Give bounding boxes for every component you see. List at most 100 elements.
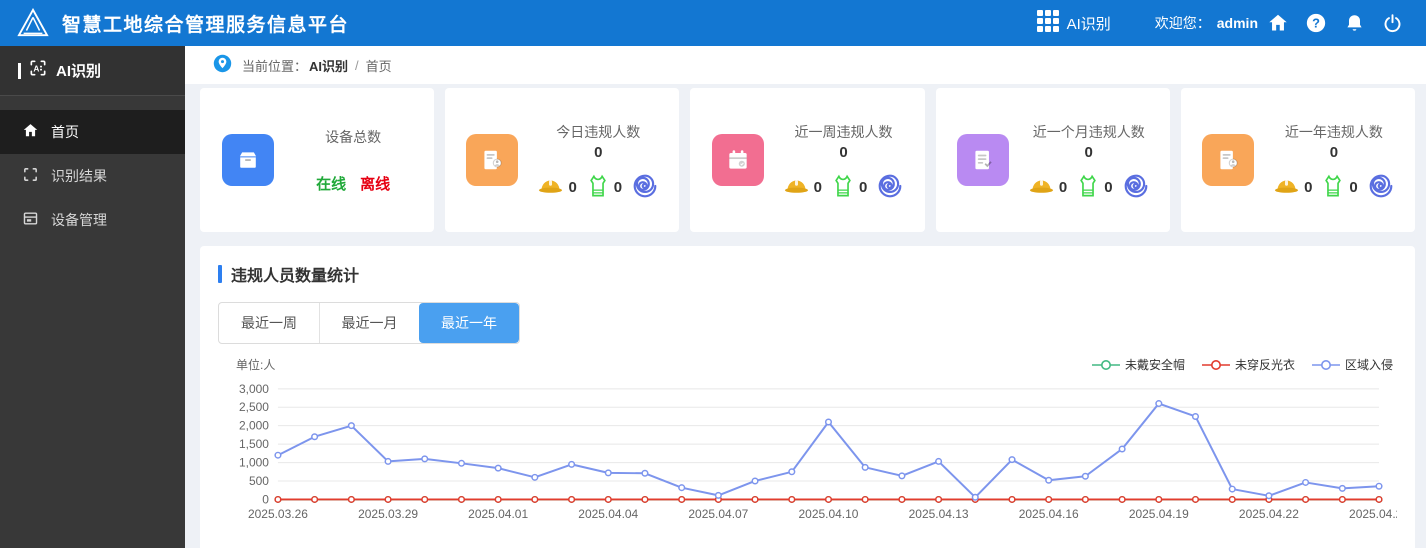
breadcrumb-label: 当前位置： <box>242 58 308 74</box>
sidebar-item-label: 设备管理 <box>51 212 107 228</box>
sidebar-item-label: 识别结果 <box>51 168 107 184</box>
legend-item-helmet[interactable]: 未戴安全帽 <box>1091 356 1185 373</box>
stat-card-today-violations: 今日违规人数 0 0 0 <box>445 88 680 232</box>
violation-breakdown: 0 0 <box>538 173 658 199</box>
violation-breakdown: 0 0 <box>784 173 904 199</box>
legend-label: 未戴安全帽 <box>1124 358 1185 372</box>
svg-text:A: A <box>33 63 39 73</box>
location-pin-icon <box>213 54 232 76</box>
intrusion-spiral-icon <box>877 173 903 199</box>
legend-item-vest[interactable]: 未穿反光衣 <box>1201 356 1295 373</box>
helmet-icon <box>538 177 563 194</box>
app-switcher[interactable]: AI识别 <box>1036 9 1111 37</box>
home-icon[interactable] <box>1260 12 1296 34</box>
offline-label: 离线 <box>360 175 391 193</box>
svg-text:2025.03.29: 2025.03.29 <box>358 507 418 521</box>
apps-grid-icon <box>1036 9 1059 37</box>
legend-marker <box>1091 359 1121 371</box>
card-title: 近一年违规人数 <box>1284 123 1383 140</box>
legend-label: 未穿反光衣 <box>1234 358 1295 372</box>
calendar-icon <box>711 134 764 186</box>
tab-last-year[interactable]: 最近一年 <box>419 303 519 343</box>
chart-legend: 未戴安全帽 未穿反光衣 区域入侵 <box>1075 356 1393 373</box>
unit-label: 单位:人 <box>236 358 276 372</box>
vest-icon <box>1322 174 1344 198</box>
violation-breakdown: 0 0 <box>1029 173 1149 199</box>
app-switcher-label: AI识别 <box>1066 15 1111 33</box>
stat-card-year-violations: 近一年违规人数 0 0 0 <box>1180 88 1416 232</box>
sidebar-item-results[interactable]: 识别结果 <box>0 154 185 198</box>
violations-stats-panel: 违规人员数量统计 最近一周 最近一月 最近一年 单位:人 未戴安全帽 未穿反光衣 <box>200 246 1415 548</box>
card-value: 0 <box>1329 143 1339 161</box>
vest-count: 0 <box>1104 179 1113 196</box>
vest-icon <box>1077 174 1099 198</box>
archive-box-icon <box>222 134 275 186</box>
svg-text:2,000: 2,000 <box>239 419 269 433</box>
svg-text:2025.04.04: 2025.04.04 <box>578 507 638 521</box>
bell-icon[interactable] <box>1336 13 1372 34</box>
helmet-count: 0 <box>1304 179 1313 196</box>
breadcrumb-separator: / <box>355 57 359 73</box>
intrusion-spiral-icon <box>1368 173 1394 199</box>
app-header: 智慧工地综合管理服务信息平台 AI识别 欢迎您： admin ? <box>0 0 1426 46</box>
breadcrumb-current[interactable]: 首页 <box>366 56 392 75</box>
welcome-label: 欢迎您： <box>1154 15 1211 31</box>
sidebar-title: A AI识别 <box>0 46 185 96</box>
stat-card-month-violations: 近一个月违规人数 0 0 0 <box>935 88 1170 232</box>
sidebar-menu: 首页 识别结果 设备管理 <box>0 110 185 242</box>
card-title: 近一周违规人数 <box>794 123 893 140</box>
svg-text:0: 0 <box>262 492 269 506</box>
breadcrumb-root[interactable]: AI识别 <box>309 56 348 75</box>
online-label: 在线 <box>316 175 347 193</box>
vest-count: 0 <box>859 179 868 196</box>
card-value: 0 <box>1084 143 1093 161</box>
svg-text:2025.04.07: 2025.04.07 <box>688 507 748 521</box>
svg-text:2025.04.01: 2025.04.01 <box>468 507 528 521</box>
sidebar-item-label: 首页 <box>51 124 79 140</box>
svg-text:2025.03.26: 2025.03.26 <box>248 507 308 521</box>
report-icon <box>466 134 519 186</box>
card-title: 设备总数 <box>325 128 382 145</box>
stat-cards-row: 设备总数 在线 离线 今日违规人数 0 0 0 近一周违规人数 0 0 0 近一… <box>200 88 1416 232</box>
tab-last-month[interactable]: 最近一月 <box>319 303 419 343</box>
svg-text:2025.04.22: 2025.04.22 <box>1239 507 1299 521</box>
helmet-count: 0 <box>568 179 577 196</box>
card-title: 近一个月违规人数 <box>1032 123 1145 140</box>
svg-text:3,000: 3,000 <box>239 382 269 396</box>
helmet-icon <box>1274 177 1299 194</box>
sidebar: A AI识别 首页 识别结果 设备管理 <box>0 46 185 548</box>
tab-last-week[interactable]: 最近一周 <box>219 303 319 343</box>
section-accent-bar <box>218 265 222 283</box>
violations-line-chart: 0 500 1,000 1,500 2,000 2,500 3,000 2025.03.26 2… <box>218 375 1397 535</box>
power-icon[interactable] <box>1374 13 1410 34</box>
home-icon <box>22 122 39 142</box>
stat-card-device-total: 设备总数 在线 离线 <box>200 88 435 232</box>
vest-icon <box>587 174 609 198</box>
ai-scan-icon: A <box>28 58 48 83</box>
help-icon[interactable]: ? <box>1298 12 1334 34</box>
svg-text:2025.04.13: 2025.04.13 <box>909 507 969 521</box>
intrusion-spiral-icon <box>1123 173 1149 199</box>
intrusion-spiral-icon <box>632 173 658 199</box>
username[interactable]: admin <box>1217 15 1258 31</box>
sidebar-title-label: AI识别 <box>56 63 102 80</box>
svg-text:1,000: 1,000 <box>239 456 269 470</box>
svg-text:1,500: 1,500 <box>239 437 269 451</box>
svg-text:2,500: 2,500 <box>239 400 269 414</box>
sidebar-item-devices[interactable]: 设备管理 <box>0 198 185 242</box>
helmet-icon <box>784 177 809 194</box>
vest-count: 0 <box>1349 179 1358 196</box>
svg-text:500: 500 <box>249 474 269 488</box>
time-range-tabs: 最近一周 最近一月 最近一年 <box>218 302 520 344</box>
sidebar-item-home[interactable]: 首页 <box>0 110 185 154</box>
vest-count: 0 <box>613 179 623 196</box>
document-icon <box>956 134 1009 186</box>
report-icon <box>1202 134 1255 186</box>
legend-item-intrusion[interactable]: 区域入侵 <box>1311 356 1393 373</box>
svg-text:2025.04.19: 2025.04.19 <box>1129 507 1189 521</box>
card-value: 0 <box>594 143 603 161</box>
card-title: 今日违规人数 <box>556 123 641 140</box>
helmet-icon <box>1029 177 1054 194</box>
main-content: 当前位置： AI识别 / 首页 设备总数 在线 离线 今日违规人数 0 0 0 … <box>185 46 1426 548</box>
page-title: 智慧工地综合管理服务信息平台 <box>62 14 350 36</box>
